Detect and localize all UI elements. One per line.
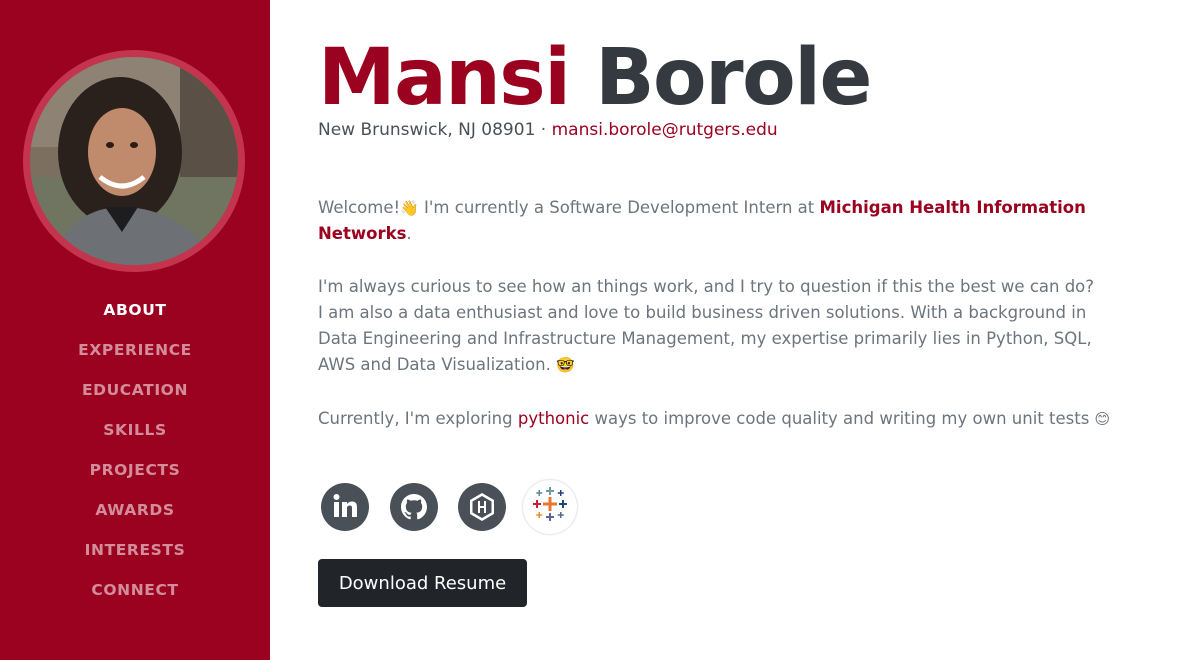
sidebar: ABOUT EXPERIENCE EDUCATION SKILLS PROJEC…	[0, 0, 270, 660]
first-name: Mansi	[318, 33, 571, 123]
tableau-icon[interactable]	[523, 480, 577, 534]
intro-paragraph: Welcome!👋 I'm currently a Software Devel…	[318, 195, 1128, 247]
avatar	[23, 50, 245, 272]
wave-emoji: 👋	[400, 199, 419, 217]
pythonic-link[interactable]: pythonic	[518, 409, 589, 428]
intro-text: I'm currently a Software Development Int…	[418, 198, 820, 217]
smile-emoji: 😊	[1094, 410, 1111, 428]
nerd-emoji: 🤓	[556, 356, 575, 374]
location: New Brunswick, NJ 08901	[318, 120, 536, 140]
linkedin-icon[interactable]	[321, 483, 369, 531]
sidebar-item-connect[interactable]: CONNECT	[0, 578, 270, 618]
sidebar-item-awards[interactable]: AWARDS	[0, 498, 270, 538]
last-name: Borole	[595, 33, 872, 123]
sidebar-item-interests[interactable]: INTERESTS	[0, 538, 270, 578]
current-paragraph: Currently, I'm exploring pythonic ways t…	[318, 406, 1128, 432]
profile-photo	[30, 57, 238, 265]
email-link[interactable]: mansi.borole@rutgers.edu	[552, 120, 778, 140]
page-title: Mansi Borole	[318, 32, 872, 124]
intro-end: .	[406, 224, 412, 243]
sidebar-nav: ABOUT EXPERIENCE EDUCATION SKILLS PROJEC…	[0, 298, 270, 618]
download-resume-button[interactable]: Download Resume	[318, 559, 527, 607]
sidebar-item-experience[interactable]: EXPERIENCE	[0, 338, 270, 378]
current-text: Currently, I'm exploring	[318, 409, 518, 428]
contact-line: New Brunswick, NJ 08901 · mansi.borole@r…	[318, 120, 778, 140]
sidebar-item-skills[interactable]: SKILLS	[0, 418, 270, 458]
bio-line-2: I am also a data enthusiast and love to …	[318, 303, 1092, 374]
hackerrank-icon[interactable]	[458, 483, 506, 531]
current-text-end: ways to improve code quality and writing…	[589, 409, 1095, 428]
bio-line-1: I'm always curious to see how an things …	[318, 277, 1095, 296]
bio-paragraph: I'm always curious to see how an things …	[318, 274, 1128, 378]
github-icon[interactable]	[390, 483, 438, 531]
sidebar-item-about[interactable]: ABOUT	[0, 298, 270, 338]
separator: ·	[535, 120, 552, 140]
sidebar-item-education[interactable]: EDUCATION	[0, 378, 270, 418]
sidebar-item-projects[interactable]: PROJECTS	[0, 458, 270, 498]
welcome-text: Welcome!	[318, 198, 401, 217]
